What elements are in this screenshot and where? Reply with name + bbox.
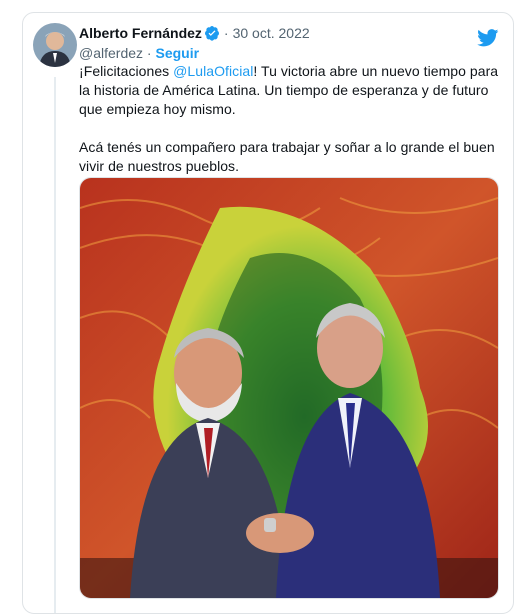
tweet-date[interactable]: 30 oct. 2022: [233, 25, 310, 41]
mention-link[interactable]: @LulaOficial: [173, 63, 253, 79]
twitter-bird-icon[interactable]: [477, 29, 499, 52]
thread-line: [54, 77, 56, 613]
tweet-text: ¡Felicitaciones @LulaOficial! Tu victori…: [79, 62, 499, 176]
author-handle[interactable]: @alferdez: [79, 45, 143, 61]
tweet-photo[interactable]: [79, 177, 499, 599]
tweet-card: Alberto Fernández · 30 oct. 2022 @alferdez…: [22, 12, 514, 614]
tweet-paragraph-2: Acá tenés un compañero para trabajar y s…: [79, 139, 495, 174]
tweet-text-start: ¡Felicitaciones: [79, 63, 174, 79]
author-name[interactable]: Alberto Fernández: [79, 25, 202, 41]
verified-badge-icon: [204, 25, 220, 46]
handle-row: @alferdez · Seguir: [79, 43, 199, 63]
follow-link[interactable]: Seguir: [155, 45, 199, 61]
tweet-paragraph-1: ¡Felicitaciones @LulaOficial! Tu victori…: [79, 62, 499, 119]
dot-separator: ·: [223, 25, 229, 41]
avatar[interactable]: [33, 23, 77, 67]
dot-separator: ·: [146, 45, 152, 61]
